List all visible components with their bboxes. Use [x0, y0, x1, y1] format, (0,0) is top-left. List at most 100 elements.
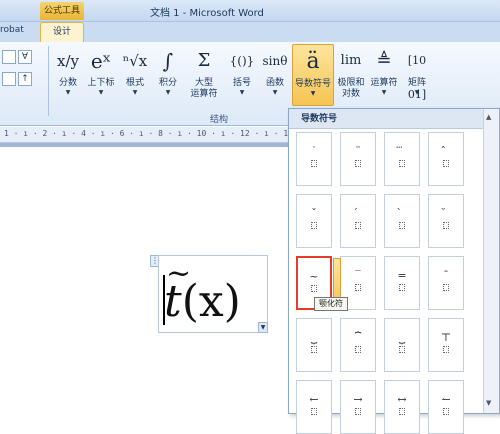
placeholder-box — [355, 346, 361, 353]
bracket-label: 括号 — [232, 78, 251, 88]
accent-glyph: ⏟ — [398, 331, 406, 344]
accent-option[interactable]: ̂ — [428, 132, 464, 186]
placeholder-box — [443, 222, 449, 229]
equation-options-dropdown-icon[interactable]: ▼ — [258, 322, 268, 333]
accent-option[interactable]: → — [340, 380, 376, 434]
accent-option[interactable]: ⏞ — [340, 318, 376, 372]
chevron-down-icon: ▼ — [239, 89, 245, 96]
accent-option[interactable]: ⏟ — [296, 318, 332, 372]
title-bar: 公式工具 文档 1 - Microsoft Word — [0, 0, 500, 22]
large-operator-button[interactable]: Σ 大型 运算符 — [184, 44, 224, 104]
chevron-down-icon: ▼ — [310, 90, 316, 97]
limit-log-label: 极限和 — [337, 78, 365, 88]
large-operator-label-2: 运算符 — [190, 89, 218, 99]
radical-icon: ⁿ√x — [122, 52, 148, 70]
scroll-down-icon[interactable]: ▼ — [486, 399, 491, 407]
limit-log-button[interactable]: lim 极限和 对数 — [336, 44, 366, 104]
accent-glyph: ↼ — [441, 393, 451, 406]
tooltip: 颚化符 — [314, 297, 348, 311]
function-label: 函数 — [265, 78, 284, 88]
symbol-button[interactable] — [2, 50, 16, 64]
accent-option[interactable]: ˇ — [296, 194, 332, 248]
structures-group-label: 结构 — [210, 115, 229, 125]
limit-icon: lim — [340, 53, 362, 68]
symbol-uparrow-button[interactable]: ↑ — [18, 72, 32, 86]
tab-design[interactable]: 设计 — [40, 22, 84, 42]
accent-glyph: ¨ — [355, 145, 361, 158]
accent-glyph: ⊤ — [440, 331, 452, 344]
accent-glyph: = — [397, 269, 407, 282]
bracket-icon: {()} — [229, 54, 255, 68]
bracket-button[interactable]: {()} 括号 ▼ — [228, 44, 256, 104]
placeholder-box — [311, 222, 317, 229]
accent-option[interactable]: ̆ — [428, 194, 464, 248]
gallery-scrollbar[interactable]: ▲ ▼ — [483, 109, 499, 413]
fraction-icon: x/y — [57, 52, 79, 70]
accent-option[interactable]: ˙ — [296, 132, 332, 186]
limit-log-label-2: 对数 — [341, 89, 360, 99]
large-operator-label: 大型 — [194, 78, 213, 88]
accent-option[interactable]: ← — [296, 380, 332, 434]
accent-glyph: ↔ — [397, 393, 407, 406]
window-title: 文档 1 - Microsoft Word — [150, 8, 264, 19]
accent-option[interactable]: ¨ — [340, 132, 376, 186]
accent-glyph: ̂ — [429, 147, 463, 157]
chevron-down-icon: ▼ — [381, 89, 387, 96]
placeholder-box — [399, 284, 405, 291]
accent-button[interactable]: ä 导数符号 ▼ — [292, 44, 334, 106]
placeholder-box — [399, 160, 405, 167]
accent-glyph: → — [353, 393, 363, 406]
fraction-button[interactable]: x/y 分数 ▼ — [54, 44, 82, 104]
placeholder-box — [443, 160, 449, 167]
placeholder-box — [355, 222, 361, 229]
accent-option[interactable]: ↼ — [428, 380, 464, 434]
function-button[interactable]: sinθ 函数 ▼ — [260, 44, 290, 104]
script-label: 上下标 — [87, 78, 115, 88]
scroll-up-icon[interactable]: ▲ — [486, 113, 491, 121]
matrix-button[interactable]: [10 01] 矩阵 ▼ — [402, 44, 432, 104]
accent-option[interactable]: ⊤ — [428, 318, 464, 372]
function-icon: sinθ — [262, 54, 288, 68]
chevron-down-icon: ▼ — [272, 89, 278, 96]
placeholder-box — [311, 346, 317, 353]
equation-content[interactable]: ~ t(x) — [164, 256, 241, 327]
accent-option[interactable]: ↔ — [384, 380, 420, 434]
accent-icon: ä — [306, 49, 320, 74]
script-icon: eˣ — [90, 49, 112, 73]
equation-accent-tilde: ~ — [166, 256, 192, 291]
accent-option[interactable]: ¯ — [428, 256, 464, 310]
integral-icon: ∫ — [162, 49, 174, 73]
placeholder-box — [399, 346, 405, 353]
equation-tools-context-tab: 公式工具 — [40, 2, 84, 20]
chevron-down-icon: ▼ — [132, 89, 138, 96]
radical-button[interactable]: ⁿ√x 根式 ▼ — [120, 44, 150, 104]
integral-button[interactable]: ∫ 积分 ▼ — [154, 44, 182, 104]
group-separator — [48, 46, 49, 116]
chevron-down-icon: ▼ — [98, 89, 104, 96]
accent-option[interactable]: = — [384, 256, 420, 310]
script-button[interactable]: eˣ 上下标 ▼ — [84, 44, 118, 104]
placeholder-box — [443, 346, 449, 353]
placeholder-box — [355, 160, 361, 167]
operator-label: 运算符 — [370, 78, 398, 88]
accent-option[interactable]: ́ — [340, 194, 376, 248]
equation-base: ~ t — [164, 256, 192, 327]
sigma-icon: Σ — [197, 50, 211, 71]
placeholder-box — [443, 284, 449, 291]
placeholder-box — [355, 284, 361, 291]
accent-glyph: ⏞ — [354, 331, 362, 344]
accent-glyph: ¯ — [443, 269, 449, 282]
placeholder-box — [311, 285, 317, 292]
accent-glyph: ← — [309, 393, 319, 406]
accent-glyph: ́ — [341, 209, 375, 219]
tab-acrobat[interactable]: robat — [0, 25, 24, 35]
symbol-button[interactable] — [2, 72, 16, 86]
accent-option[interactable]: ⃛ — [384, 132, 420, 186]
operator-button[interactable]: ≜ 运算符 ▼ — [368, 44, 400, 104]
gallery-title: 导数符号 — [289, 109, 484, 129]
accent-glyph: ~ — [309, 270, 319, 283]
symbol-forall-button[interactable]: ∀ — [18, 50, 32, 64]
accent-option[interactable]: ⏟ — [384, 318, 420, 372]
fraction-label: 分数 — [58, 78, 77, 88]
accent-option[interactable]: ̀ — [384, 194, 420, 248]
